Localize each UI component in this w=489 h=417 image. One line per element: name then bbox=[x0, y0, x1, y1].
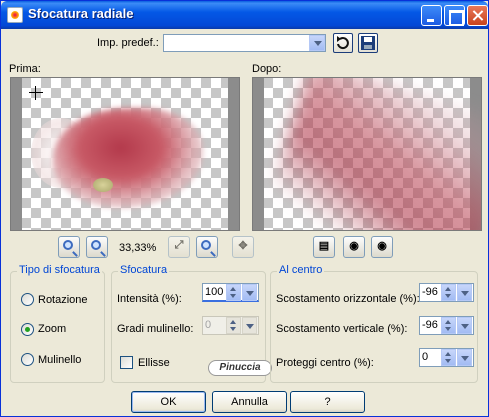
intensity-spin-buttons bbox=[226, 284, 258, 301]
blur-title: Sfocatura bbox=[118, 264, 170, 276]
spin-updown-icon[interactable] bbox=[441, 317, 456, 334]
v-offset-stepper[interactable]: -96 bbox=[419, 316, 474, 335]
toggle-preview-button[interactable]: ▤ bbox=[313, 236, 335, 258]
save-preset-button[interactable] bbox=[358, 33, 378, 53]
radio-twirl-label[interactable]: Mulinello bbox=[38, 354, 81, 366]
eye-icon: ◉ bbox=[349, 240, 359, 252]
before-preview[interactable] bbox=[10, 77, 240, 231]
window-title: Sfocatura radiale bbox=[28, 6, 134, 21]
zoom-fit-icon bbox=[201, 240, 211, 250]
twist-spin-buttons bbox=[226, 317, 258, 334]
chevron-down-icon[interactable] bbox=[457, 349, 472, 366]
protect-center-value[interactable]: 0 bbox=[422, 351, 428, 363]
help-button[interactable]: ? bbox=[290, 391, 365, 413]
close-button[interactable] bbox=[467, 5, 488, 26]
radio-twirl[interactable] bbox=[21, 353, 34, 366]
preview-on-image-button[interactable]: ◉ bbox=[343, 236, 365, 258]
radio-rotation[interactable] bbox=[21, 293, 34, 306]
preset-dropdown[interactable] bbox=[163, 34, 326, 52]
maximize-button[interactable] bbox=[444, 5, 465, 26]
preset-label: Imp. predef.: bbox=[97, 37, 159, 49]
floppy-disk-icon bbox=[361, 36, 375, 50]
blurred-image bbox=[263, 78, 481, 230]
v-offset-value[interactable]: -96 bbox=[422, 319, 438, 331]
chevron-down-icon[interactable] bbox=[242, 317, 257, 334]
protect-spin-buttons bbox=[441, 349, 473, 366]
zoom-level: 33,33% bbox=[119, 242, 157, 254]
twist-stepper[interactable]: 0 bbox=[202, 316, 259, 335]
zoom-in-icon bbox=[91, 240, 101, 250]
minimize-button[interactable] bbox=[421, 5, 442, 26]
app-icon bbox=[7, 7, 23, 23]
after-preview bbox=[252, 77, 482, 231]
chevron-down-icon[interactable] bbox=[242, 284, 257, 301]
cancel-button[interactable]: Annulla bbox=[212, 391, 287, 413]
ellipse-checkbox[interactable] bbox=[120, 356, 133, 369]
center-title: Al centro bbox=[277, 264, 325, 276]
h-offset-stepper[interactable]: -96 bbox=[419, 283, 474, 302]
layout-icon: ▤ bbox=[318, 240, 330, 252]
before-preview-label: Prima: bbox=[9, 63, 41, 75]
radio-rotation-label[interactable]: Rotazione bbox=[38, 294, 88, 306]
chevron-down-icon[interactable] bbox=[457, 317, 472, 334]
zoom-100-button[interactable]: ⤢ bbox=[168, 236, 190, 258]
twist-label: Gradi mulinello: bbox=[117, 323, 194, 335]
spin-updown-icon[interactable] bbox=[441, 349, 456, 366]
ellipse-label[interactable]: Ellisse bbox=[138, 357, 170, 369]
spin-updown-icon[interactable] bbox=[226, 284, 241, 301]
chevron-down-icon[interactable] bbox=[457, 284, 472, 301]
preview-border-left bbox=[253, 78, 264, 230]
protect-center-stepper[interactable]: 0 bbox=[419, 348, 474, 367]
h-offset-label: Scostamento orizzontale (%): bbox=[276, 293, 420, 305]
auto-proof-button[interactable]: ◉ bbox=[371, 236, 393, 258]
center-crosshair-icon[interactable] bbox=[29, 86, 43, 100]
pan-button[interactable]: ✥ bbox=[232, 236, 254, 258]
zoom-fit-button[interactable] bbox=[196, 236, 218, 258]
zoom-out-icon bbox=[63, 240, 73, 250]
blur-type-title: Tipo di sfocatura bbox=[17, 264, 102, 276]
zoom-out-button[interactable] bbox=[58, 236, 80, 258]
spin-updown-icon[interactable] bbox=[226, 317, 241, 334]
title-bar[interactable]: Sfocatura radiale bbox=[1, 1, 488, 29]
flower-stamen bbox=[93, 178, 113, 192]
radio-zoom-label[interactable]: Zoom bbox=[38, 323, 66, 335]
move-icon: ✥ bbox=[238, 240, 248, 252]
h-offset-spin-buttons bbox=[441, 284, 473, 301]
protect-center-label: Proteggi centro (%): bbox=[276, 357, 374, 369]
expand-icon: ⤢ bbox=[174, 239, 184, 251]
dialog-window: Sfocatura radiale Imp. predef.: Prima: D… bbox=[0, 0, 489, 417]
radio-zoom[interactable] bbox=[21, 323, 34, 336]
after-preview-label: Dopo: bbox=[252, 63, 282, 75]
chevron-down-icon[interactable] bbox=[309, 35, 325, 51]
preview-border-left bbox=[11, 78, 22, 230]
spin-updown-icon[interactable] bbox=[441, 284, 456, 301]
reset-preset-button[interactable] bbox=[333, 33, 353, 53]
h-offset-value[interactable]: -96 bbox=[422, 286, 438, 298]
flower-image bbox=[53, 108, 203, 208]
intensity-value[interactable]: 100 bbox=[205, 286, 223, 298]
watermark: Pinuccia bbox=[208, 360, 272, 376]
ok-button[interactable]: OK bbox=[131, 391, 206, 413]
reset-icon bbox=[337, 36, 349, 50]
eye-icon: ◉ bbox=[377, 240, 387, 252]
zoom-in-button[interactable] bbox=[86, 236, 108, 258]
intensity-label: Intensità (%): bbox=[117, 293, 182, 305]
v-offset-label: Scostamento verticale (%): bbox=[276, 323, 408, 335]
preview-border-right bbox=[228, 78, 239, 230]
intensity-stepper[interactable]: 100 bbox=[202, 283, 259, 302]
v-offset-spin-buttons bbox=[441, 317, 473, 334]
twist-value[interactable]: 0 bbox=[205, 319, 211, 331]
